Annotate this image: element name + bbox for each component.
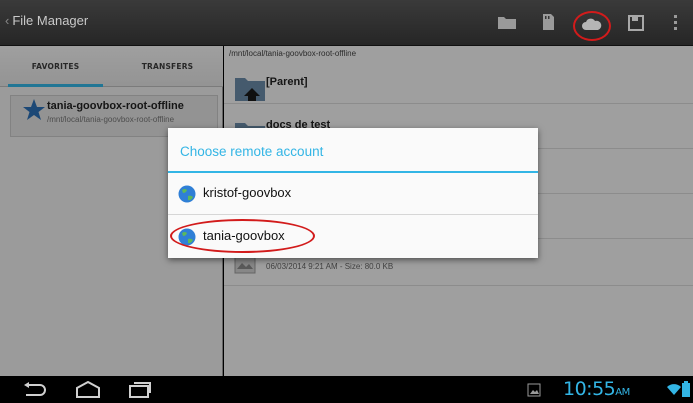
clock[interactable]: 10:55AM <box>563 378 630 400</box>
clock-ampm: AM <box>615 387 630 398</box>
system-nav-bar: 10:55AM <box>0 376 693 403</box>
sd-card-icon[interactable] <box>541 13 555 31</box>
account-option-tania[interactable]: tania-goovbox <box>168 216 538 258</box>
cloud-highlight-annotation <box>573 11 611 41</box>
back-chevron-icon: ‹ <box>5 13 10 28</box>
new-folder-icon[interactable] <box>497 14 517 30</box>
back-icon[interactable] <box>22 382 48 398</box>
app-title-label: File Manager <box>12 13 89 28</box>
screenshot-notification-icon[interactable] <box>527 383 541 397</box>
action-bar: ‹ File Manager <box>0 0 693 46</box>
globe-icon <box>178 185 196 203</box>
home-icon[interactable] <box>75 381 101 399</box>
account-option-kristof[interactable]: kristof-goovbox <box>168 173 538 215</box>
save-icon[interactable] <box>628 15 644 31</box>
battery-icon <box>682 381 690 397</box>
option-highlight-annotation <box>170 219 315 253</box>
app-title[interactable]: ‹ File Manager <box>5 13 88 28</box>
choose-account-dialog: Choose remote account kristof-goovbox ta… <box>168 128 538 258</box>
overflow-menu-icon[interactable] <box>673 14 679 32</box>
dialog-title: Choose remote account <box>180 144 324 159</box>
clock-time: 10:55 <box>563 378 616 400</box>
wifi-icon <box>667 384 681 395</box>
account-label: kristof-goovbox <box>203 185 292 200</box>
recent-apps-icon[interactable] <box>128 381 152 399</box>
